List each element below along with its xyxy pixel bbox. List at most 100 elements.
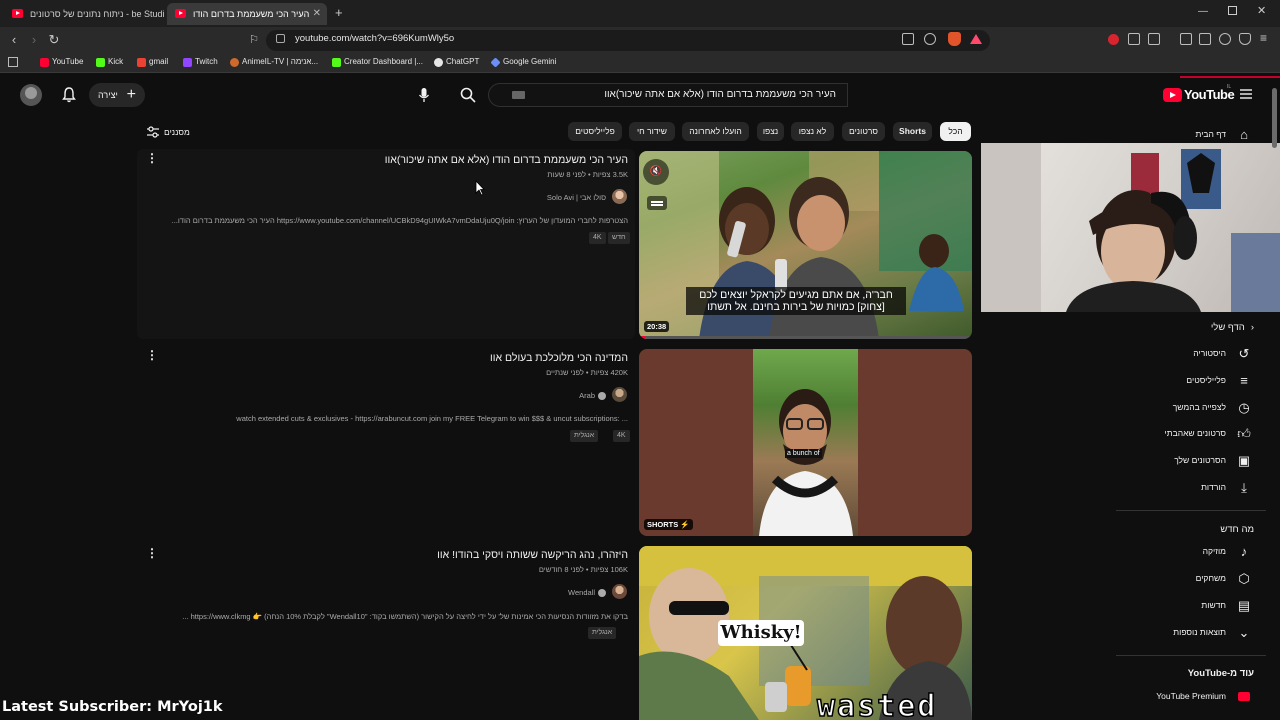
result-3-meta: 106K צפיות • לפני 8 חודשים <box>538 565 628 574</box>
back-icon[interactable]: ‹ <box>5 31 23 49</box>
sidebar-scrollbar[interactable] <box>1272 88 1277 148</box>
site-info-icon[interactable] <box>276 34 285 43</box>
bookmark-kick[interactable]: Kick <box>96 57 123 67</box>
sidebar-label: YouTube Premium <box>1156 691 1226 701</box>
captions-icon[interactable] <box>647 196 667 210</box>
filters-icon[interactable] <box>146 125 160 139</box>
guide-menu-icon[interactable] <box>1238 86 1254 102</box>
sidebar-item-music[interactable]: ♪ מוזיקה <box>1120 541 1260 565</box>
notifications-bell-icon[interactable] <box>60 86 78 104</box>
cast-icon[interactable] <box>902 33 914 45</box>
mute-icon[interactable]: 🔇 <box>643 159 669 185</box>
browser-tab-bar: ניתוח נתונים של סרטונים - be Studio העיר… <box>0 0 1280 27</box>
tab-current-video[interactable]: העיר הכי משעממת בדרום הודו ✕ <box>167 3 327 25</box>
sidebar-item-watch-later[interactable]: ◷ לצפייה בהמשך <box>1120 397 1260 421</box>
extension-icon[interactable] <box>1148 33 1160 45</box>
sidebar-item-show-more[interactable]: ⌄ תוצאות נוספות <box>1120 622 1260 646</box>
close-tab-icon[interactable]: ✕ <box>313 3 321 25</box>
maximize-icon[interactable] <box>1228 6 1237 15</box>
chatgpt-icon <box>434 58 443 67</box>
vpn-icon[interactable] <box>1239 33 1251 45</box>
sidebar-item-home[interactable]: ⌂ דף הבית <box>1120 124 1260 148</box>
caption-overlay: חבר'ה, אם אתם מגיעים לקראקל יוצאים לכם [… <box>686 287 906 315</box>
sidebar-item-playlists[interactable]: ≡ פלייליסטים <box>1120 370 1260 394</box>
channel-avatar[interactable] <box>612 189 627 204</box>
mouse-cursor <box>475 179 485 201</box>
result-1-meta: 3.5K צפיות • לפני 8 שעות <box>547 170 628 179</box>
brave-shield-icon[interactable] <box>948 32 961 46</box>
result-2-title[interactable]: המדינה הכי מלוכלכת בעולם אוו <box>490 352 628 364</box>
new-tab-button[interactable]: + <box>335 5 343 20</box>
bookmark-twitch[interactable]: Twitch <box>183 57 218 67</box>
chip-recently-uploaded[interactable]: הועלו לאחרונה <box>682 122 749 141</box>
apps-grid-icon[interactable] <box>8 57 18 67</box>
channel-avatar[interactable] <box>612 584 627 599</box>
tab-studio[interactable]: ניתוח נתונים של סרטונים - be Studio <box>4 3 164 25</box>
sidebar-item-downloads[interactable]: ⤓ הורדות <box>1120 477 1260 501</box>
rewards-icon[interactable] <box>970 34 982 44</box>
chip-watched[interactable]: נצפו <box>757 122 784 141</box>
chip-unwatched[interactable]: לא נצפו <box>791 122 834 141</box>
clock-icon: ◷ <box>1238 400 1250 415</box>
kick-icon <box>96 58 105 67</box>
leo-ai-icon[interactable] <box>1219 33 1231 45</box>
youtube-logo-icon[interactable] <box>1163 88 1182 102</box>
extension-record-icon[interactable] <box>1108 34 1119 45</box>
result-3-more-actions-icon[interactable]: ⋮ <box>146 546 158 560</box>
sidebar-item-your-videos[interactable]: ▣ הסרטונים שלך <box>1120 450 1260 474</box>
sidebar-divider <box>1116 510 1266 511</box>
bookmark-gemini[interactable]: Google Gemini <box>490 57 556 68</box>
result-3-channel[interactable]: Wendall <box>568 588 606 598</box>
gaming-icon: ⬡ <box>1238 571 1250 586</box>
result-1-title[interactable]: העיר הכי משעממת בדרום הודו (אלא אם אתה ש… <box>385 154 628 166</box>
extension-puzzle-icon[interactable] <box>1128 33 1140 45</box>
chip-all[interactable]: הכל <box>940 122 971 141</box>
sidebar-divider <box>1116 655 1266 656</box>
account-avatar[interactable] <box>20 84 42 106</box>
sidebar-item-premium[interactable]: YouTube Premium <box>1120 686 1260 710</box>
channel-avatar[interactable] <box>612 387 627 402</box>
chip-live[interactable]: שידור חי <box>629 122 675 141</box>
minimize-icon[interactable]: — <box>1198 6 1208 17</box>
twitch-icon <box>183 58 192 67</box>
sidebar-you-header[interactable]: ‹הדף שלי <box>1211 322 1254 333</box>
wallet-icon[interactable] <box>1199 33 1211 45</box>
sidebar-toggle-icon[interactable] <box>1180 33 1192 45</box>
search-query-text: העיר הכי משעממת בדרום הודו (אלא אם אתה ש… <box>604 89 836 100</box>
window-close-icon[interactable]: ✕ <box>1257 4 1266 17</box>
share-icon[interactable] <box>924 33 936 45</box>
result-3-thumbnail[interactable]: Whisky! wasted <box>639 546 972 720</box>
bookmark-youtube[interactable]: YouTube <box>40 57 83 67</box>
sidebar-item-liked-videos[interactable]: 👍︎ סרטונים שאהבתי <box>1120 423 1260 447</box>
sidebar-item-history[interactable]: ↺ היסטוריה <box>1120 343 1260 367</box>
menu-icon[interactable]: ≡ <box>1260 31 1267 45</box>
chip-shorts[interactable]: Shorts <box>893 122 932 141</box>
create-button[interactable]: יצירה + <box>89 83 145 107</box>
shorts-caption: a bunch of <box>785 449 822 458</box>
result-2-channel[interactable]: Arab <box>579 391 606 401</box>
result-1-channel[interactable]: סולו אבי | Solo Avi <box>547 193 606 202</box>
voice-search-icon[interactable] <box>415 86 433 104</box>
result-1-thumbnail[interactable]: 🔇 חבר'ה, אם אתם מגיעים לקראקל יוצאים לכם… <box>639 151 972 339</box>
download-icon: ⤓ <box>1241 480 1247 495</box>
filters-button[interactable]: מסננים <box>164 127 190 137</box>
result-3-title[interactable]: היזהרו, נהג הריקשה ששותה ויסקי בהודו! או… <box>437 549 628 561</box>
result-1-more-actions-icon[interactable]: ⋮ <box>146 151 158 165</box>
forward-icon[interactable]: › <box>25 31 43 49</box>
bookmark-chatgpt[interactable]: ChatGPT <box>434 57 479 67</box>
sidebar-item-news[interactable]: ▤ חדשות <box>1120 595 1260 619</box>
caption-line-1: חבר'ה, אם אתם מגיעים לקראקל יוצאים לכם <box>699 289 893 301</box>
result-2-thumbnail[interactable]: a bunch of SHORTS ⚡ <box>639 349 972 536</box>
bookmark-creator-dashboard[interactable]: Creator Dashboard |... <box>332 57 423 67</box>
reload-icon[interactable]: ↻ <box>45 31 63 49</box>
chip-videos[interactable]: סרטונים <box>842 122 885 141</box>
history-icon: ↺ <box>1238 346 1250 361</box>
sidebar-item-gaming[interactable]: ⬡ משחקים <box>1120 568 1260 592</box>
search-icon[interactable] <box>459 86 477 104</box>
shorts-icon: ⚡ <box>680 520 690 529</box>
result-2-more-actions-icon[interactable]: ⋮ <box>146 348 158 362</box>
bookmark-animeil[interactable]: AnimeIL-TV | אנימה... <box>230 57 318 67</box>
bookmark-gmail[interactable]: gmail <box>137 57 168 67</box>
bookmark-icon[interactable]: ⚐ <box>245 31 263 49</box>
chip-playlists[interactable]: פלייליסטים <box>568 122 622 141</box>
